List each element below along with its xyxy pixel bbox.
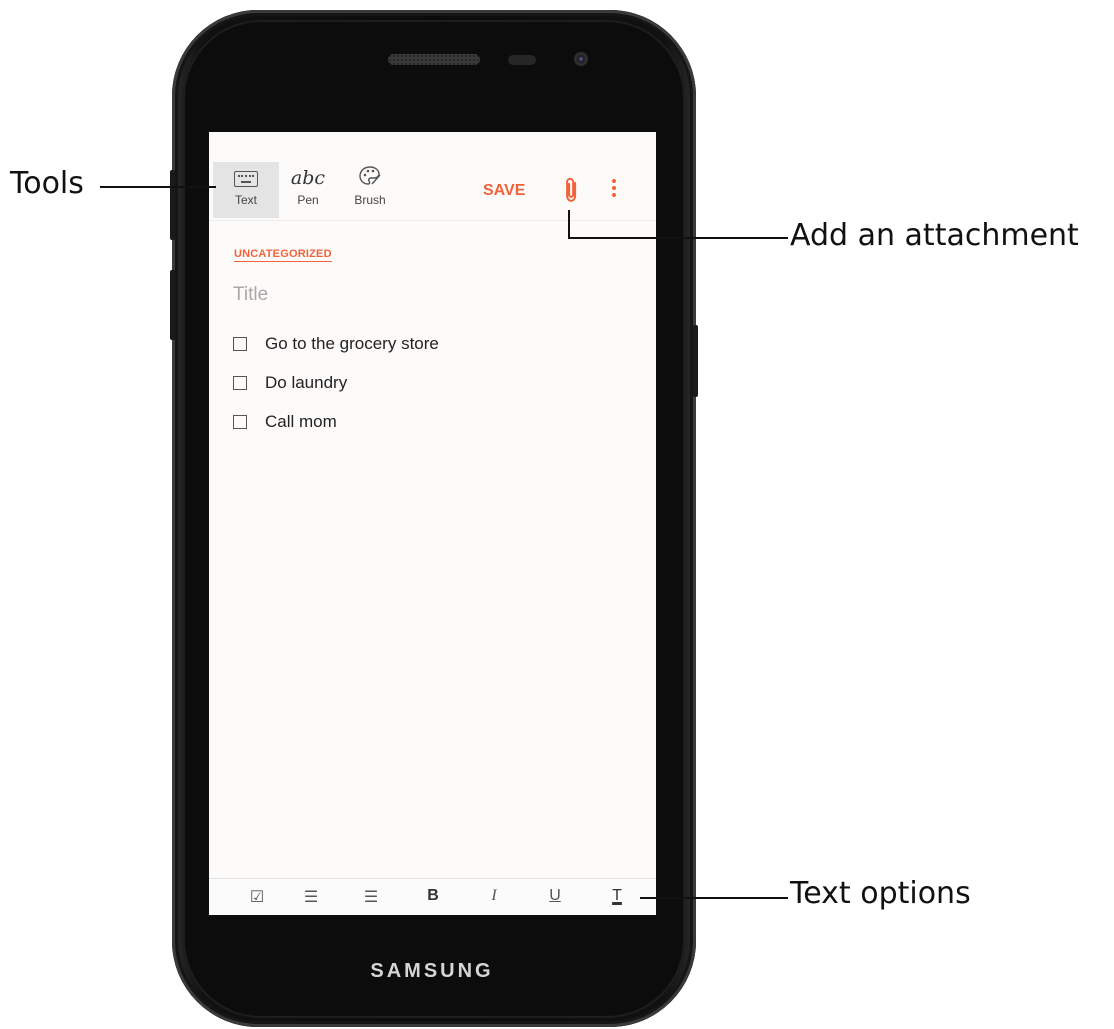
paperclip-icon[interactable] <box>551 173 589 211</box>
callout-tools-label: Tools <box>10 166 84 201</box>
checkbox[interactable] <box>233 414 247 429</box>
callout-attachment-line <box>568 237 788 239</box>
tool-pen-label: Pen <box>297 193 319 207</box>
callout-text-options-label: Text options <box>790 876 971 911</box>
volume-down-button <box>170 270 175 340</box>
keyboard-icon <box>213 165 279 191</box>
tool-pen[interactable]: abc Pen <box>275 162 341 218</box>
note-title-input[interactable]: Title <box>233 284 268 306</box>
brand-logo: SAMSUNG <box>370 960 494 982</box>
numbered-list-icon[interactable]: ☰ <box>296 887 326 907</box>
checklist-item-text[interactable]: Do laundry <box>265 373 347 393</box>
bullet-list-icon[interactable]: ☰ <box>356 887 386 907</box>
volume-up-button <box>170 170 175 240</box>
tool-brush-label: Brush <box>354 193 386 207</box>
palette-icon <box>337 165 403 191</box>
list-item: Go to the grocery store <box>233 324 439 363</box>
save-button[interactable]: SAVE <box>483 182 525 200</box>
checklist-item-text[interactable]: Go to the grocery store <box>265 334 439 354</box>
checkbox[interactable] <box>233 375 247 390</box>
category-label[interactable]: UNCATEGORIZED <box>234 248 332 262</box>
callout-tools-line <box>100 186 216 188</box>
more-vert-icon[interactable] <box>609 176 619 200</box>
underline-icon[interactable]: U <box>540 887 570 905</box>
bold-icon[interactable]: B <box>418 887 448 905</box>
checkbox-icon[interactable]: ☑ <box>242 887 272 907</box>
earpiece-speaker <box>388 54 480 65</box>
text-color-icon[interactable]: T <box>602 887 632 905</box>
front-camera <box>574 52 588 66</box>
proximity-sensor <box>508 55 536 65</box>
notes-screen: Text abc Pen Brush SAVE UNCATEGORIZED Ti… <box>209 132 656 915</box>
text-options-bar: ☑ ☰ ☰ B I U T <box>209 878 656 915</box>
italic-icon[interactable]: I <box>479 887 509 905</box>
pen-handwriting-icon: abc <box>290 167 326 189</box>
list-item: Call mom <box>233 402 439 441</box>
power-button <box>693 325 698 397</box>
checklist: Go to the grocery store Do laundry Call … <box>233 324 439 441</box>
tool-text-label: Text <box>234 193 257 207</box>
tool-text[interactable]: Text <box>213 162 279 218</box>
note-toolbar: Text abc Pen Brush SAVE <box>209 132 656 221</box>
callout-attachment-line-vertical <box>568 210 570 238</box>
checklist-item-text[interactable]: Call mom <box>265 412 337 432</box>
list-item: Do laundry <box>233 363 439 402</box>
callout-attachment-label: Add an attachment <box>790 218 1079 253</box>
callout-text-options-line <box>640 897 788 899</box>
checkbox[interactable] <box>233 336 247 351</box>
tool-brush[interactable]: Brush <box>337 162 403 218</box>
